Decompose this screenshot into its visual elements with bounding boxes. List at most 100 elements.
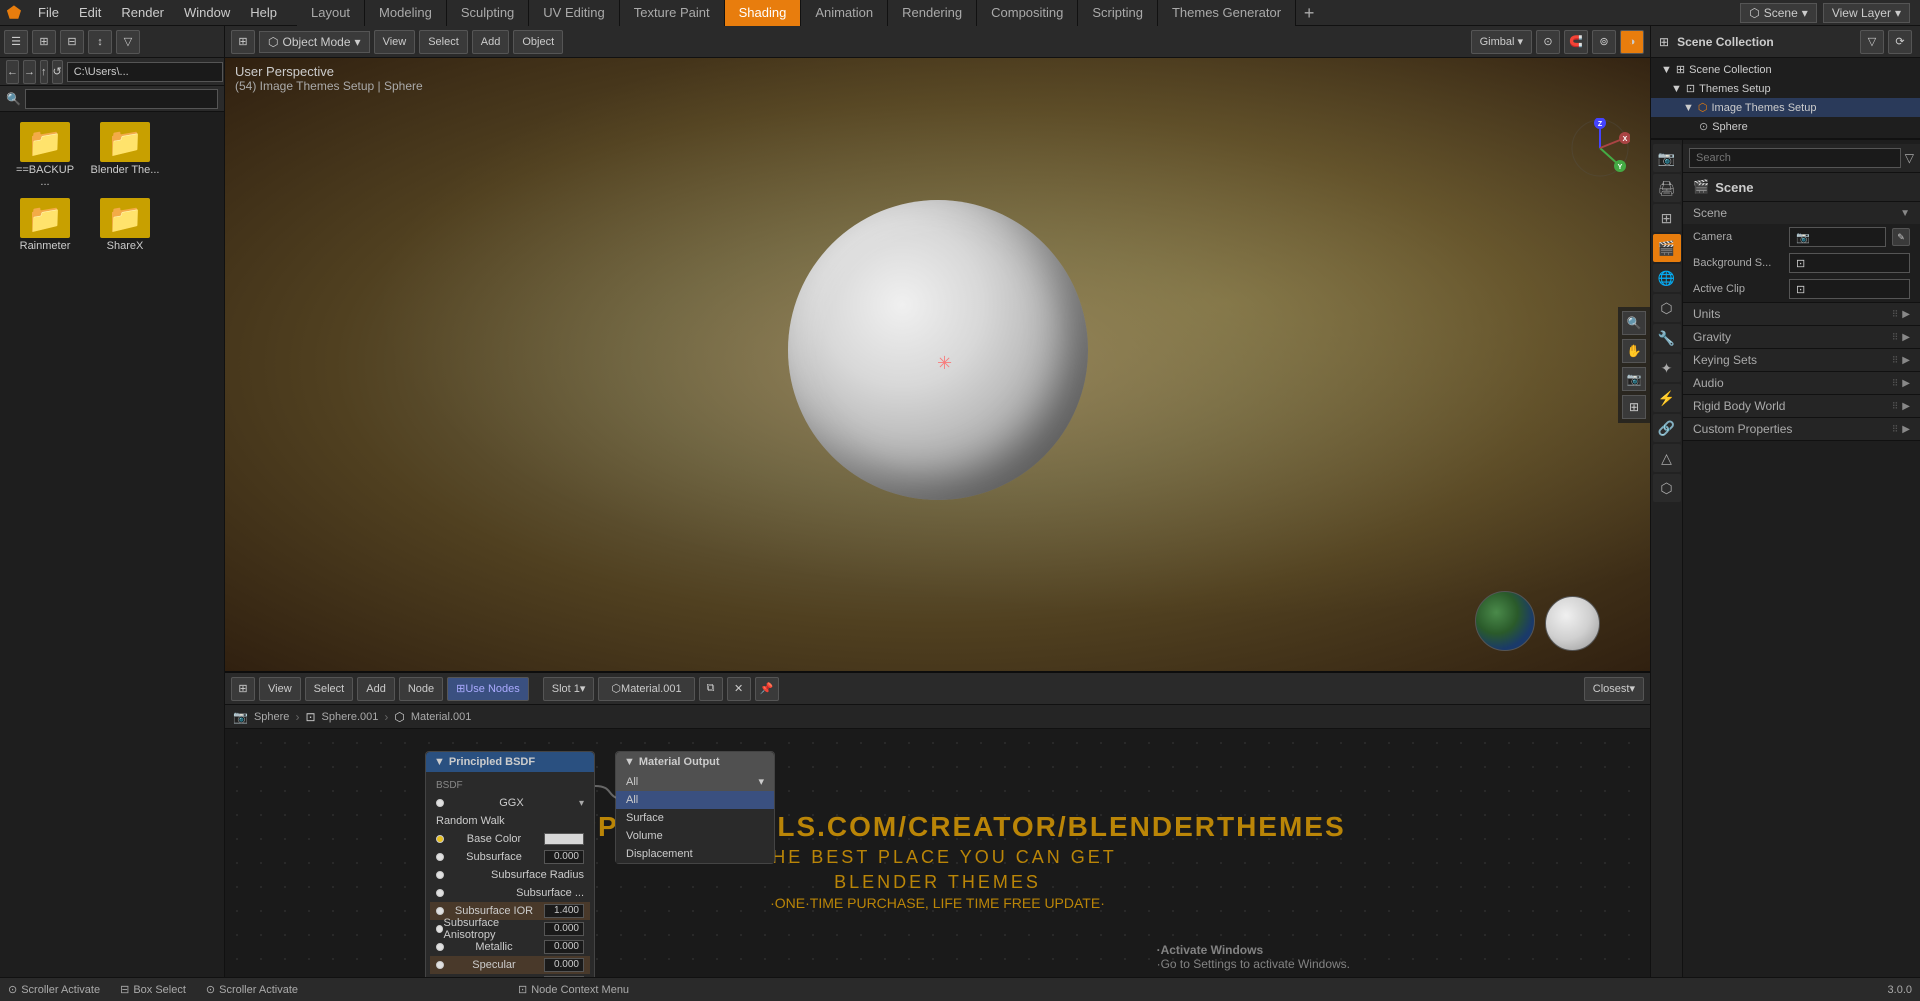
- menu-render[interactable]: Render: [111, 0, 174, 26]
- props-icon-physics[interactable]: ⚡: [1653, 384, 1681, 412]
- outliner-item-image-themes[interactable]: ▼ ⬡ Image Themes Setup: [1651, 98, 1920, 117]
- node-editor-icon[interactable]: ⊞: [231, 677, 255, 701]
- props-icon-output[interactable]: 🖨: [1653, 174, 1681, 202]
- outliner-filter-btn[interactable]: ▽: [1860, 30, 1884, 54]
- dropdown-item-volume[interactable]: Volume: [616, 827, 774, 845]
- node-row-base-color[interactable]: Base Color: [430, 830, 590, 848]
- workspace-modeling[interactable]: Modeling: [365, 0, 447, 26]
- filter-btn[interactable]: ▽: [116, 30, 140, 54]
- node-add-btn[interactable]: Add: [357, 677, 395, 701]
- workspace-scripting[interactable]: Scripting: [1078, 0, 1158, 26]
- camera-value[interactable]: 📷: [1789, 227, 1886, 247]
- props-icon-particles[interactable]: ✦: [1653, 354, 1681, 382]
- forward-btn[interactable]: →: [23, 60, 36, 84]
- background-value[interactable]: ⊡: [1789, 253, 1910, 273]
- mode-selector[interactable]: ⬡ Object Mode ▾: [259, 31, 370, 53]
- gimbal-btn[interactable]: Gimbal ▾: [1471, 30, 1532, 54]
- view-layer-selector[interactable]: View Layer ▾: [1823, 3, 1910, 23]
- value-subsurface-anisotropy[interactable]: 0.000: [544, 922, 584, 936]
- file-search-input[interactable]: [25, 89, 218, 109]
- node-node-btn[interactable]: Node: [399, 677, 443, 701]
- activeclip-value[interactable]: ⊡: [1789, 279, 1910, 299]
- breadcrumb-sphere[interactable]: Sphere: [254, 711, 289, 723]
- base-color-swatch[interactable]: [544, 833, 584, 845]
- props-icon-object[interactable]: ⬡: [1653, 294, 1681, 322]
- blender-logo[interactable]: ⬟: [0, 0, 28, 26]
- props-icon-render[interactable]: 📷: [1653, 144, 1681, 172]
- camera-view-btn[interactable]: 📷: [1622, 367, 1646, 391]
- material-copy-btn[interactable]: ⧉: [699, 677, 723, 701]
- viewport-shading-btn[interactable]: ◑: [1620, 30, 1644, 54]
- interp-selector[interactable]: Closest ▾: [1584, 677, 1644, 701]
- node-row-subsurface-anisotropy2[interactable]: Subsurface Anisotropy 0.000: [430, 920, 590, 938]
- dropdown-item-displacement[interactable]: Displacement: [616, 845, 774, 863]
- menu-file[interactable]: File: [28, 0, 69, 26]
- outliner-sync-btn[interactable]: ⟳: [1888, 30, 1912, 54]
- dropdown-item-all[interactable]: All: [616, 791, 774, 809]
- workspace-sculpting[interactable]: Sculpting: [447, 0, 529, 26]
- add-menu-btn[interactable]: Add: [472, 30, 510, 54]
- zoom-in-btn[interactable]: 🔍: [1622, 311, 1646, 335]
- props-section-audio-header[interactable]: Audio ⠿ ▶: [1683, 372, 1920, 394]
- value-metallic[interactable]: 0.000: [544, 940, 584, 954]
- material-pin-btn[interactable]: 📌: [755, 677, 779, 701]
- refresh-btn[interactable]: ↺: [52, 60, 63, 84]
- workspace-texture-paint[interactable]: Texture Paint: [620, 0, 725, 26]
- dropdown-header[interactable]: All ▾: [616, 772, 774, 791]
- scene-selector[interactable]: ⬡ Scene ▾: [1740, 3, 1817, 23]
- material-delete-btn[interactable]: ✕: [727, 677, 751, 701]
- node-row-specular[interactable]: Specular 0.000: [430, 956, 590, 974]
- node-view-btn[interactable]: View: [259, 677, 301, 701]
- view-toggle-icons[interactable]: ⊟: [60, 30, 84, 54]
- workspace-uv-editing[interactable]: UV Editing: [529, 0, 619, 26]
- props-icon-material[interactable]: ⬡: [1653, 474, 1681, 502]
- viewport-3d[interactable]: User Perspective (54) Image Themes Setup…: [225, 58, 1650, 671]
- node-row-ggx[interactable]: GGX ▾: [430, 794, 590, 812]
- render-view-btn[interactable]: ⊞: [1622, 395, 1646, 419]
- workspace-animation[interactable]: Animation: [801, 0, 888, 26]
- view-toggle-list[interactable]: ☰: [4, 30, 28, 54]
- breadcrumb-material001[interactable]: Material.001: [411, 711, 472, 723]
- props-search-input[interactable]: [1689, 148, 1901, 168]
- props-section-units-header[interactable]: Units ⠿ ▶: [1683, 303, 1920, 325]
- snap-btn[interactable]: 🧲: [1564, 30, 1588, 54]
- dropdown-ggx[interactable]: ▾: [579, 798, 584, 809]
- workspace-shading[interactable]: Shading: [725, 0, 802, 26]
- menu-help[interactable]: Help: [240, 0, 287, 26]
- breadcrumb-sphere001[interactable]: Sphere.001: [322, 711, 379, 723]
- workspace-themes-generator[interactable]: Themes Generator: [1158, 0, 1296, 26]
- props-section-custom-props-header[interactable]: Custom Properties ⠿ ▶: [1683, 418, 1920, 440]
- object-menu-btn[interactable]: Object: [513, 30, 563, 54]
- value-specular[interactable]: 0.000: [544, 958, 584, 972]
- props-icon-scene[interactable]: 🎬: [1653, 234, 1681, 262]
- viewport-gizmo[interactable]: Z Y X: [1570, 118, 1630, 178]
- props-section-rigid-body-header[interactable]: Rigid Body World ⠿ ▶: [1683, 395, 1920, 417]
- file-item-sharex[interactable]: 📁 ShareX: [90, 198, 160, 252]
- select-menu-btn[interactable]: Select: [419, 30, 468, 54]
- file-item-backup[interactable]: 📁 ==BACKUP ...: [10, 122, 80, 188]
- use-nodes-btn[interactable]: ⊞ Use Nodes: [447, 677, 529, 701]
- add-workspace-button[interactable]: +: [1296, 0, 1322, 26]
- outliner-item-scene-collection[interactable]: ▼ ⊞ Scene Collection: [1651, 60, 1920, 79]
- outliner-item-themes-setup[interactable]: ▼ ⊡ Themes Setup: [1651, 79, 1920, 98]
- proportional-btn[interactable]: ⊙: [1536, 30, 1560, 54]
- props-section-gravity-header[interactable]: Gravity ⠿ ▶: [1683, 326, 1920, 348]
- viewport-header-icon[interactable]: ⊞: [231, 30, 255, 54]
- back-btn[interactable]: ←: [6, 60, 19, 84]
- menu-edit[interactable]: Edit: [69, 0, 111, 26]
- principled-bsdf-node[interactable]: ▼ Principled BSDF BSDF GGX ▾: [425, 751, 595, 1001]
- props-icon-modifier[interactable]: 🔧: [1653, 324, 1681, 352]
- file-item-rainmeter[interactable]: 📁 Rainmeter: [10, 198, 80, 252]
- value-subsurface[interactable]: 0.000: [544, 850, 584, 864]
- workspace-compositing[interactable]: Compositing: [977, 0, 1078, 26]
- view-toggle-grid[interactable]: ⊞: [32, 30, 56, 54]
- file-item-blender[interactable]: 📁 Blender The...: [90, 122, 160, 188]
- props-icon-view-layer[interactable]: ⊞: [1653, 204, 1681, 232]
- node-select-btn[interactable]: Select: [305, 677, 354, 701]
- camera-edit-btn[interactable]: ✎: [1892, 228, 1910, 246]
- material-output-node[interactable]: ▼ Material Output All ▾ All Surface Volu…: [615, 751, 775, 864]
- props-icon-data[interactable]: △: [1653, 444, 1681, 472]
- outliner-item-sphere[interactable]: ⊙ Sphere: [1651, 117, 1920, 136]
- node-canvas[interactable]: FLIPPEDNORMALS.COM/CREATOR/BLENDERTHEMES…: [225, 731, 1650, 1001]
- sort-btn[interactable]: ↕: [88, 30, 112, 54]
